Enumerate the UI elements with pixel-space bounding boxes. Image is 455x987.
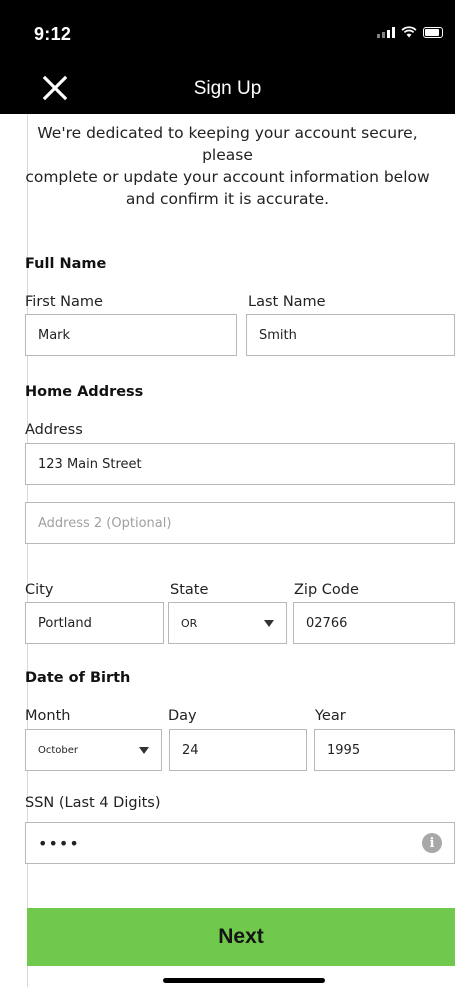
- day-input[interactable]: 24: [169, 729, 307, 771]
- status-time: 9:12: [34, 24, 72, 44]
- zip-label: Zip Code: [294, 582, 359, 598]
- address-label: Address: [25, 422, 83, 438]
- state-select-value: OR: [181, 616, 198, 630]
- last-name-label: Last Name: [248, 294, 326, 310]
- state-label: State: [170, 582, 209, 598]
- month-select[interactable]: October: [25, 729, 162, 771]
- battery-icon: [423, 26, 443, 38]
- ssn-masked-value: ••••: [38, 833, 80, 853]
- city-input[interactable]: Portland: [25, 602, 164, 644]
- top-bar: 9:12 Sign Up: [0, 0, 455, 114]
- first-name-input[interactable]: Mark: [25, 314, 237, 356]
- dob-heading: Date of Birth: [25, 670, 131, 686]
- ssn-input[interactable]: •••• i: [25, 822, 455, 864]
- city-label: City: [25, 582, 54, 598]
- home-indicator: [163, 978, 325, 983]
- page-title: Sign Up: [193, 78, 262, 99]
- state-select[interactable]: OR: [168, 602, 287, 644]
- year-input[interactable]: 1995: [314, 729, 455, 771]
- last-name-input[interactable]: Smith: [246, 314, 455, 356]
- status-icons: [377, 26, 443, 38]
- address-input[interactable]: 123 Main Street: [25, 443, 455, 485]
- chevron-down-icon: [139, 746, 149, 754]
- intro-line: and confirm it is accurate.: [125, 190, 330, 208]
- year-label: Year: [315, 708, 346, 724]
- signal-icon: [377, 26, 395, 38]
- next-button[interactable]: Next: [27, 908, 455, 966]
- intro-line: We're dedicated to keeping your account …: [37, 124, 418, 142]
- intro-line: complete or update your account informat…: [25, 168, 430, 186]
- day-label: Day: [168, 708, 197, 724]
- chevron-down-icon: [264, 619, 274, 627]
- intro-message: We're dedicated to keeping your account …: [0, 122, 455, 210]
- month-label: Month: [25, 708, 71, 724]
- ssn-label: SSN (Last 4 Digits): [25, 795, 161, 811]
- wifi-icon: [401, 26, 417, 38]
- month-select-value: October: [38, 744, 79, 756]
- home-address-heading: Home Address: [25, 384, 144, 400]
- info-icon[interactable]: i: [422, 833, 442, 853]
- first-name-label: First Name: [25, 294, 103, 310]
- address2-input[interactable]: Address 2 (Optional): [25, 502, 455, 544]
- intro-line: please: [202, 146, 253, 164]
- full-name-heading: Full Name: [25, 256, 107, 272]
- zip-input[interactable]: 02766: [293, 602, 455, 644]
